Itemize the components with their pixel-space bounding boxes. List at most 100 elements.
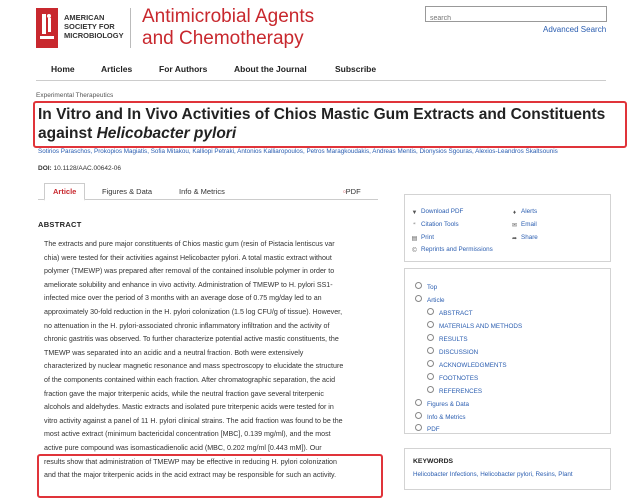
search-box[interactable]	[425, 6, 607, 26]
radio-icon	[427, 360, 434, 367]
nav-for-authors[interactable]: For Authors	[159, 64, 207, 74]
abstract-line: infected mice over the period of 3 month…	[44, 294, 322, 303]
envelope-icon: ✉	[511, 223, 518, 229]
article-title: In Vitro and In Vivo Activities of Chios…	[38, 105, 622, 143]
toc-item-pdf[interactable]: PDF	[415, 424, 440, 433]
article-tools-panel: ▼ Download PDF ♦ Alerts “ Citation Tools ✉ E…	[404, 194, 611, 262]
alerts-label: Alerts	[521, 208, 538, 215]
email-link[interactable]: ✉ Email	[511, 221, 537, 230]
toc-item-results[interactable]: RESULTS	[427, 334, 468, 343]
toc-item-discussion[interactable]: DISCUSSION	[427, 347, 478, 356]
toc-item-references[interactable]: REFERENCES	[427, 386, 482, 395]
society-name: AMERICAN SOCIETY FOR MICROBIOLOGY	[64, 13, 124, 40]
toc-label: DISCUSSION	[439, 349, 479, 356]
asm-logo-icon[interactable]	[36, 8, 58, 48]
quote-icon: “	[413, 223, 416, 229]
journal-title-line2: and Chemotherapy	[142, 28, 304, 49]
toc-item-methods[interactable]: MATERIALS AND METHODS	[427, 321, 522, 330]
abstract-heading: ABSTRACT	[38, 220, 82, 229]
nav-articles[interactable]: Articles	[101, 64, 132, 74]
radio-icon	[415, 424, 422, 431]
toc-item-top[interactable]: Top	[415, 282, 437, 291]
copyright-icon: ©	[412, 248, 417, 254]
article-title-italic: Helicobacter pylori	[96, 125, 237, 142]
toc-label: Info & Metrics	[427, 414, 466, 421]
citation-tools-label: Citation Tools	[421, 221, 459, 228]
jump-to-panel: Top Article ABSTRACT MATERIALS AND METHO…	[404, 268, 611, 434]
toc-item-acknowledgments[interactable]: ACKNOWLEDGMENTS	[427, 360, 507, 369]
radio-icon	[427, 321, 434, 328]
toc-label: Article	[427, 297, 445, 304]
radio-icon	[415, 412, 422, 419]
print-label: Print	[421, 234, 434, 241]
bell-icon: ♦	[512, 210, 517, 216]
share-label: Share	[521, 234, 538, 241]
radio-icon	[427, 347, 434, 354]
nav-home[interactable]: Home	[51, 64, 75, 74]
toc-label: Top	[427, 284, 438, 291]
radio-icon	[427, 373, 434, 380]
doi-label: DOI:	[38, 165, 52, 172]
abstract-line: polymer (TMEWP) was prepared after remov…	[44, 267, 335, 276]
toc-label: FOOTNOTES	[439, 375, 479, 382]
abstract-line: TMEWP was separated into an acidic and a…	[44, 348, 304, 357]
reprints-link[interactable]: © Reprints and Permissions	[411, 246, 493, 255]
email-label: Email	[521, 221, 537, 228]
abstract-line: characterized by nuclear magnetic resona…	[44, 362, 344, 371]
alerts-link[interactable]: ♦ Alerts	[511, 208, 537, 217]
header-divider	[130, 8, 131, 48]
abstract-line: approximately 30-fold reduction in the H…	[44, 307, 343, 316]
breadcrumb[interactable]: Experimental Therapeutics	[36, 92, 113, 99]
search-input[interactable]	[426, 11, 594, 26]
toc-label: RESULTS	[439, 336, 468, 343]
author-list[interactable]: Sotirios Paraschos, Prokopios Magiatis, …	[38, 148, 618, 156]
tab-pdf[interactable]: ▫PDF	[343, 187, 361, 196]
conclusion-highlight-box	[37, 454, 383, 498]
nav-about-journal[interactable]: About the Journal	[234, 64, 307, 74]
printer-icon: ▤	[411, 236, 418, 242]
nav-subscribe[interactable]: Subscribe	[335, 64, 376, 74]
journal-title[interactable]: Antimicrobial Agents and Chemotherapy	[142, 6, 314, 50]
toc-label: Figures & Data	[427, 401, 469, 408]
tab-article[interactable]: Article	[44, 183, 86, 201]
abstract-text: The extracts and pure major constituents…	[44, 238, 376, 483]
toc-label: REFERENCES	[439, 388, 483, 395]
main-nav: Home Articles For Authors About the Jour…	[36, 58, 606, 81]
toc-label: ABSTRACT	[439, 310, 473, 317]
abstract-line: chia) were tested for their activities a…	[44, 253, 332, 262]
radio-icon	[415, 399, 422, 406]
share-link[interactable]: ➦ Share	[511, 234, 538, 243]
toc-label: ACKNOWLEDGMENTS	[439, 362, 507, 369]
download-pdf-link[interactable]: ▼ Download PDF	[411, 208, 464, 217]
radio-icon	[415, 295, 422, 302]
radio-icon	[427, 308, 434, 315]
keywords-heading: KEYWORDS	[413, 458, 454, 465]
download-pdf-label: Download PDF	[421, 208, 464, 215]
radio-icon	[427, 386, 434, 393]
toc-item-abstract[interactable]: ABSTRACT	[427, 308, 473, 317]
tab-pdf-label: PDF	[345, 187, 361, 196]
abstract-line: ameliorate solubility and enhance in viv…	[44, 280, 333, 289]
abstract-line: most active extract (minimum bactericida…	[44, 430, 331, 439]
tab-figures-data[interactable]: Figures & Data	[102, 187, 152, 196]
citation-tools-link[interactable]: “ Citation Tools	[411, 221, 459, 230]
advanced-search-link[interactable]: Advanced Search	[543, 25, 606, 34]
abstract-line: no attenuation in the H. pylori-associat…	[44, 321, 330, 330]
tab-info-metrics[interactable]: Info & Metrics	[179, 187, 225, 196]
reprints-label: Reprints and Permissions	[421, 246, 493, 253]
doi: DOI: 10.1128/AAC.00642-06	[38, 165, 121, 172]
journal-title-line1: Antimicrobial Agents	[142, 6, 315, 27]
radio-icon	[415, 282, 422, 289]
toc-item-figures-data[interactable]: Figures & Data	[415, 399, 469, 408]
keywords-panel: KEYWORDS Helicobacter Infections, Helico…	[404, 448, 611, 490]
abstract-line: vitro activity against a panel of 11 H. …	[44, 416, 343, 425]
download-icon: ▼	[411, 210, 418, 216]
toc-item-article[interactable]: Article	[415, 295, 445, 304]
toc-label: PDF	[427, 426, 440, 433]
toc-item-info-metrics[interactable]: Info & Metrics	[415, 412, 466, 421]
toc-item-footnotes[interactable]: FOOTNOTES	[427, 373, 478, 382]
keywords-list[interactable]: Helicobacter Infections, Helicobacter py…	[413, 471, 573, 478]
abstract-line: alcohols and aldehydes. Mastic extracts …	[44, 403, 334, 412]
print-link[interactable]: ▤ Print	[411, 234, 434, 243]
article-tabs: Article Figures & Data Info & Metrics ▫P…	[38, 183, 378, 201]
